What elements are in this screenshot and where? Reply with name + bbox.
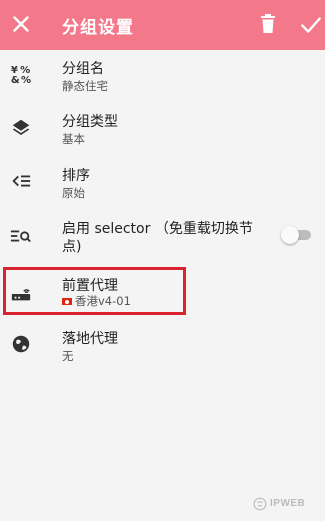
globe-icon — [12, 335, 30, 353]
setting-front-proxy[interactable]: 前置代理 香港v4-01 — [0, 275, 325, 315]
text-format-icon: ¥ % & % — [11, 65, 31, 85]
setting-title: 排序 — [62, 168, 90, 184]
close-icon[interactable] — [8, 11, 34, 37]
setting-value: 原始 — [62, 186, 85, 200]
setting-group-type[interactable]: 分组类型 基本 — [0, 111, 325, 153]
selector-toggle[interactable] — [281, 226, 311, 244]
trash-icon[interactable] — [256, 12, 280, 36]
setting-group-name[interactable]: ¥ % & % 分组名 静态住宅 — [0, 58, 325, 100]
watermark: IPWEB — [253, 495, 323, 513]
setting-title: 前置代理 — [62, 278, 118, 294]
hong-kong-flag-icon — [62, 298, 72, 305]
svg-text:%: % — [21, 75, 31, 85]
router-icon — [11, 289, 31, 301]
layers-icon — [12, 119, 30, 135]
svg-text:&: & — [11, 75, 20, 85]
setting-enable-selector[interactable]: 启用 selector （免重载切换节 点) — [0, 218, 325, 256]
setting-value: 无 — [62, 349, 74, 363]
setting-title: 分组名 — [62, 61, 104, 77]
toggle-thumb — [281, 226, 299, 244]
sort-icon — [12, 175, 31, 187]
setting-value: 基本 — [62, 132, 85, 146]
app-bar: 分组设置 — [0, 0, 325, 50]
setting-value-wrap: 香港v4-01 — [62, 293, 131, 309]
search-list-icon — [10, 230, 31, 243]
page-title: 分组设置 — [62, 18, 134, 38]
watermark-icon — [253, 497, 267, 511]
setting-title-line2: 点) — [62, 239, 82, 255]
setting-value: 静态住宅 — [62, 79, 108, 93]
setting-landing-proxy[interactable]: 落地代理 无 — [0, 328, 325, 370]
setting-value: 香港v4-01 — [75, 294, 131, 308]
setting-sort[interactable]: 排序 原始 — [0, 165, 325, 207]
check-icon[interactable] — [298, 12, 324, 38]
setting-title: 分组类型 — [62, 114, 118, 130]
watermark-text: IPWEB — [270, 498, 306, 509]
setting-title: 启用 selector （免重载切换节 — [62, 221, 253, 237]
setting-title: 落地代理 — [62, 331, 118, 347]
